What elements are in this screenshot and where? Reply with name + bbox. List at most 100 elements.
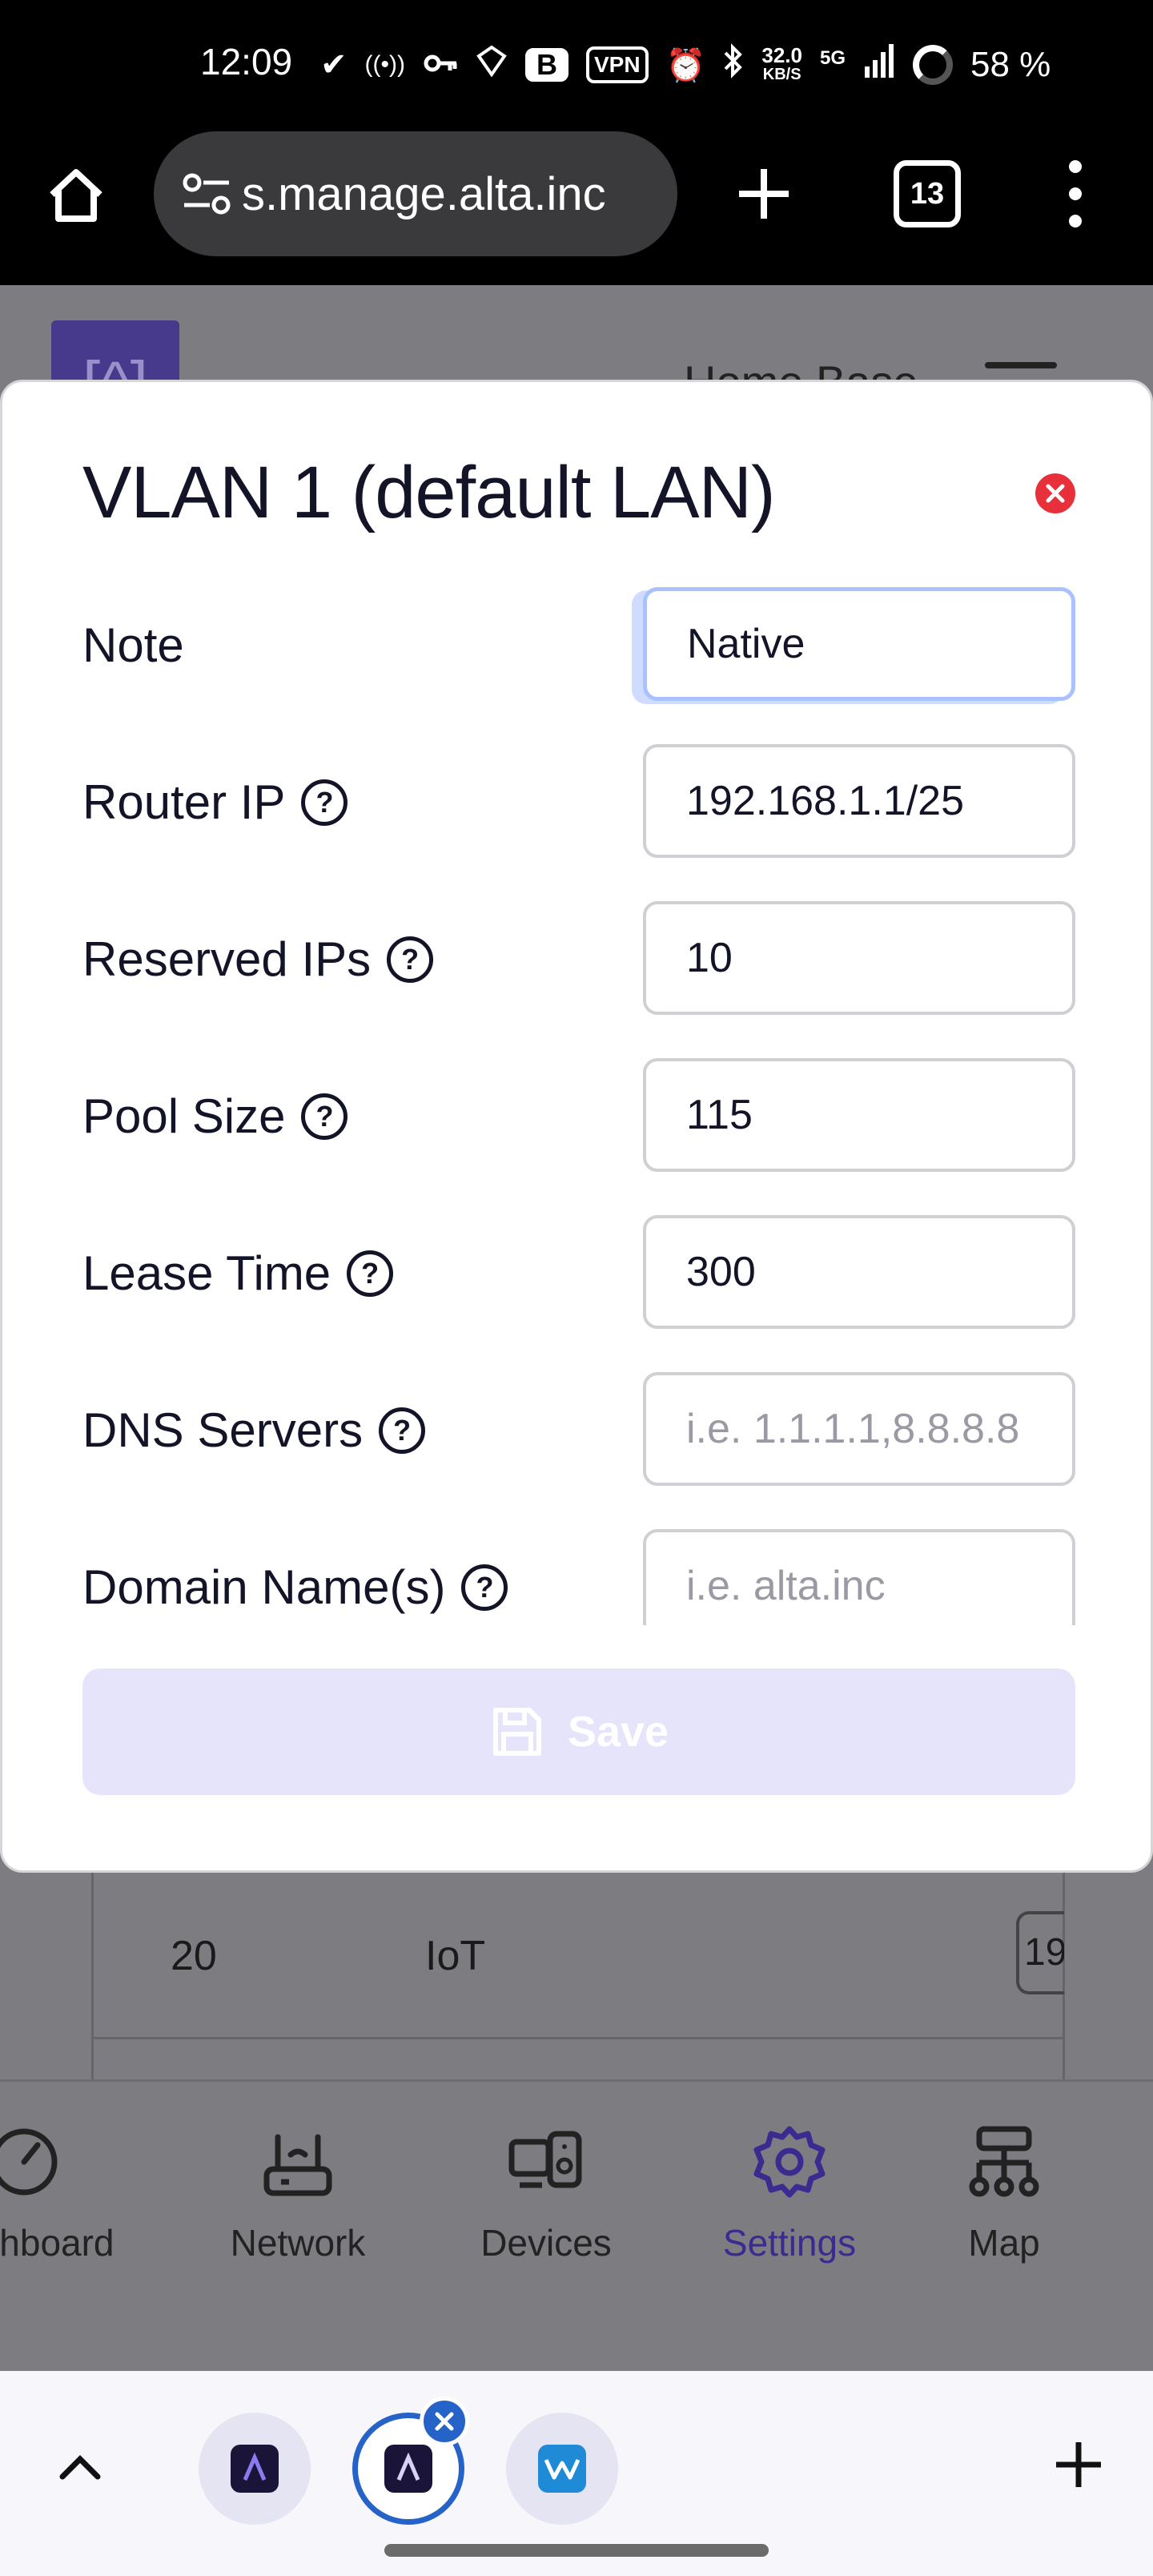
close-tab-button[interactable] (420, 2397, 469, 2446)
dot-icon (1069, 215, 1082, 227)
form-row-domain-names: Domain Name(s)? (82, 1529, 1075, 1625)
nav-item-settings[interactable]: Settings (693, 2114, 886, 2264)
address-bar[interactable]: s.manage.alta.inc (154, 131, 677, 256)
field-label-domain-names: Domain Name(s)? (82, 1560, 508, 1615)
url-text: s.manage.alta.inc (242, 167, 606, 220)
floppy-disk-icon (492, 1708, 541, 1756)
nav-label: Settings (722, 2222, 857, 2264)
dot-icon (1069, 187, 1082, 200)
help-icon[interactable]: ? (301, 779, 348, 826)
form-scroll-area[interactable]: Note Router IP? Reserved IPs? Pool Size?… (2, 587, 1153, 1625)
label-text: Lease Time (82, 1246, 331, 1300)
tab-strip (0, 2371, 1153, 2576)
alarm-icon: ⏰ (665, 47, 706, 83)
dns-servers-input[interactable] (643, 1372, 1075, 1486)
help-icon[interactable]: ? (301, 1093, 348, 1140)
save-button[interactable]: Save (82, 1668, 1075, 1795)
close-icon (435, 2412, 454, 2431)
chevron-up-icon (59, 2455, 101, 2480)
nav-label: Dashboard (0, 2222, 114, 2264)
expand-tabs-button[interactable] (48, 2435, 112, 2499)
b-badge: B (524, 48, 568, 82)
shield-icon (476, 45, 508, 85)
nav-item-devices[interactable]: Devices (450, 2114, 642, 2264)
tab-w[interactable] (506, 2413, 618, 2525)
save-label: Save (567, 1708, 669, 1756)
field-label-router-ip: Router IP? (82, 775, 348, 830)
plus-icon (1056, 2442, 1101, 2487)
status-time: 12:09 (200, 41, 293, 83)
topology-icon (969, 2126, 1039, 2197)
form-row-router-ip: Router IP? (82, 744, 1075, 858)
new-tab-button[interactable] (725, 155, 802, 232)
net-speed: 32.0 KB/S (761, 43, 802, 84)
help-icon[interactable]: ? (347, 1250, 394, 1297)
router-ip-input[interactable] (643, 744, 1075, 858)
label-text: Router IP (82, 775, 286, 829)
battery-percent: 58 % (970, 45, 1051, 84)
status-bar: 12:09 ✔ ((•)) B VPN ⏰ 32.0 KB/S 5G 58 % (0, 0, 1153, 131)
label-text: Domain Name(s) (82, 1560, 446, 1614)
modal-title: VLAN 1 (default LAN) (82, 452, 776, 533)
alta-favicon-icon (231, 2445, 279, 2493)
bluetooth-icon (723, 43, 744, 87)
vpn-badge: VPN (585, 46, 649, 83)
app-bottom-nav: Dashboard Network Devices Settings Map (0, 2079, 1153, 2371)
vlan-id-cell: 20 (171, 1933, 217, 1979)
gesture-bar (384, 2544, 769, 2557)
nav-item-dashboard[interactable]: Dashboard (0, 2114, 120, 2264)
home-button[interactable] (40, 159, 112, 231)
tab-alta-1[interactable] (199, 2413, 311, 2525)
network-type: 5G (819, 47, 846, 69)
help-icon[interactable]: ? (379, 1407, 426, 1454)
nav-item-map[interactable]: Map (908, 2114, 1100, 2264)
alta-favicon-icon (384, 2445, 432, 2493)
pool-size-input[interactable] (643, 1058, 1075, 1172)
nav-item-network[interactable]: Network (202, 2114, 394, 2264)
field-label-lease-time: Lease Time? (82, 1246, 394, 1301)
domain-names-input[interactable] (643, 1529, 1075, 1625)
router-icon (263, 2134, 332, 2196)
more-menu-button[interactable] (1055, 160, 1095, 227)
table-row: 20 IoT 19 (94, 1871, 1064, 2039)
signal-icon (863, 44, 895, 86)
field-label-dns-servers: DNS Servers? (82, 1403, 426, 1458)
site-settings-icon[interactable] (175, 162, 239, 226)
field-label-reserved-ips: Reserved IPs? (82, 932, 434, 987)
field-label-note: Note (82, 618, 184, 673)
gear-icon (753, 2126, 826, 2198)
devices-icon (508, 2131, 582, 2188)
gauge-icon (0, 2128, 58, 2196)
note-input[interactable] (643, 587, 1075, 701)
vlan-ip-cell: 19 (1016, 1911, 1064, 1994)
net-speed-value: 32.0 (761, 43, 802, 67)
form-row-lease-time: Lease Time? (82, 1215, 1075, 1329)
close-button[interactable] (1035, 473, 1075, 513)
field-label-pool-size: Pool Size? (82, 1089, 348, 1144)
help-icon[interactable]: ? (461, 1564, 508, 1611)
vlan-table: 20 IoT 19 (91, 1871, 1065, 2111)
nav-label: Map (968, 2222, 1040, 2264)
battery-ring-icon (913, 45, 953, 85)
help-icon[interactable]: ? (387, 936, 434, 983)
home-icon (50, 169, 102, 222)
key-icon (423, 47, 458, 83)
nav-label: Network (230, 2222, 366, 2264)
add-tab-button[interactable] (1043, 2429, 1115, 2501)
form-row-pool-size: Pool Size? (82, 1058, 1075, 1172)
form-row-reserved-ips: Reserved IPs? (82, 901, 1075, 1015)
tab-switcher-button[interactable]: 13 (894, 160, 961, 227)
label-text: Pool Size (82, 1089, 286, 1143)
hamburger-icon (985, 362, 1057, 368)
form-row-dns-servers: DNS Servers? (82, 1372, 1075, 1486)
status-icons: ✔ ((•)) B VPN ⏰ 32.0 KB/S 5G 58 % (320, 38, 1051, 91)
vlan-modal: VLAN 1 (default LAN) Note Router IP? Res… (0, 380, 1153, 1873)
lease-time-input[interactable] (643, 1215, 1075, 1329)
check-icon: ✔ (320, 47, 348, 83)
reserved-ips-input[interactable] (643, 901, 1075, 1015)
label-text: Note (82, 618, 184, 672)
form-row-note: Note (82, 587, 1075, 701)
w-favicon-icon (538, 2445, 586, 2493)
label-text: DNS Servers (82, 1403, 364, 1457)
label-text: Reserved IPs (82, 932, 372, 986)
